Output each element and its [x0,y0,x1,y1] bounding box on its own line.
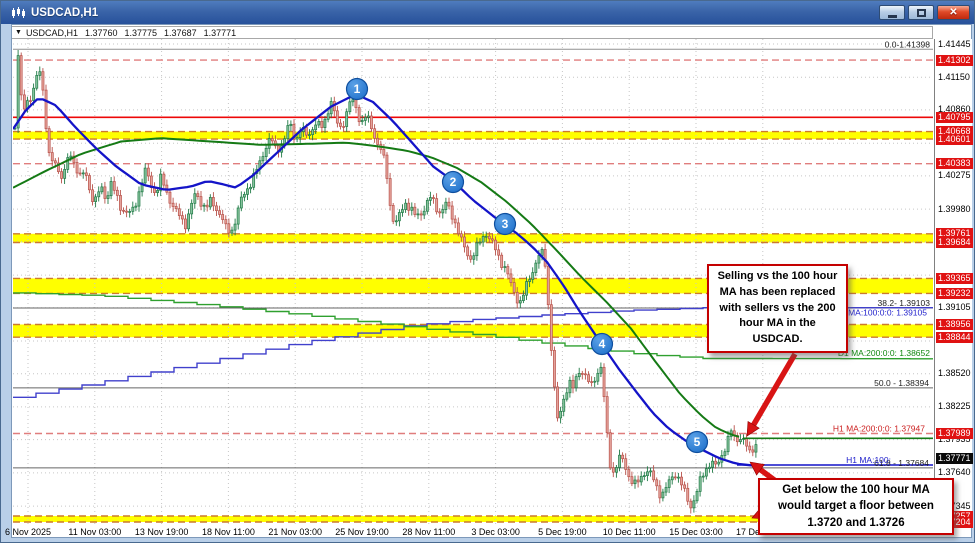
price-level-label: 1.38844 [936,332,973,343]
date-tick: 21 Nov 03:00 [268,527,322,537]
marker-3: 3 [495,214,516,235]
price-level-label: 1.37989 [936,428,973,439]
chart-label: 0.0-1.41398 [885,39,931,49]
marker-4: 4 [592,334,613,355]
price-tick: 1.40275 [938,170,971,181]
quote-bar: ▼ USDCAD,H1 1.37760 1.37775 1.37687 1.37… [12,26,933,39]
price-tick: 1.38520 [938,368,971,379]
date-tick: 10 Dec 11:00 [603,527,656,537]
chart-label: D1 MA:100:0:0: 1.39105 [835,308,927,318]
date-tick: 15 Dec 03:00 [669,527,723,537]
date-tick: 6 Nov 2025 [5,527,51,537]
current-price-label: 1.37771 [936,453,973,464]
price-tick: 1.37640 [938,467,971,478]
price-tick: 1.38225 [938,401,971,412]
quote-symbol: USDCAD,H1 [26,28,78,38]
price-level-label: 1.40795 [936,112,973,123]
svg-text:2: 2 [450,175,457,189]
support-resistance-band [13,234,933,243]
marker-1: 1 [347,79,368,100]
price-level-label: 1.39365 [936,273,973,284]
price-level-label: 1.39684 [936,237,973,248]
price-tick: 1.39105 [938,302,971,313]
chart-label: H1 MA:200:0:0: 1.37947 [833,424,925,434]
date-tick: 13 Nov 19:00 [135,527,189,537]
support-resistance-band [13,132,933,140]
price-tick: 1.39980 [938,204,971,215]
svg-text:1: 1 [354,82,361,96]
svg-text:3: 3 [502,217,509,231]
price-level-label: 1.40601 [936,134,973,145]
chart-label: H1 MA:100: [846,455,891,465]
quote-high: 1.37775 [125,28,158,38]
chart-window: USDCAD,H1 ✕ ▼ USDCAD,H1 1.37760 1.37775 … [0,0,975,543]
price-axis[interactable]: 1.414451.411501.408601.402751.399801.391… [934,39,972,526]
quote-open: 1.37760 [85,28,118,38]
marker-5: 5 [687,432,708,453]
price-level-label: 1.38956 [936,319,973,330]
marker-2: 2 [443,172,464,193]
price-tick: 1.41150 [938,72,970,83]
price-level-label: 1.41302 [936,55,973,66]
price-level-label: 1.40383 [936,158,973,169]
price-level-label: 1.39232 [936,288,973,299]
date-tick: 3 Dec 03:00 [471,527,520,537]
chart-label: 50.0 - 1.38394 [874,378,929,388]
chart-label: D1 MA:200:0:0: 1.38652 [838,348,930,358]
date-tick: 18 Nov 11:00 [202,527,255,537]
annotation-box-selling: Selling vs the 100 hour MA has been repl… [707,264,848,353]
price-tick: 1.41445 [938,39,971,50]
svg-text:4: 4 [599,337,606,351]
quote-low: 1.37687 [164,28,197,38]
date-tick: 25 Nov 19:00 [335,527,389,537]
svg-text:5: 5 [694,435,701,449]
annotation-box-target: Get below the 100 hour MA would target a… [758,478,954,535]
chevron-down-icon[interactable]: ▼ [15,29,22,36]
quote-close: 1.37771 [204,28,237,38]
date-tick: 11 Nov 03:00 [68,527,121,537]
date-tick: 5 Dec 19:00 [538,527,587,537]
chart-label: 38.2- 1.39103 [878,298,931,308]
date-tick: 28 Nov 11:00 [402,527,455,537]
